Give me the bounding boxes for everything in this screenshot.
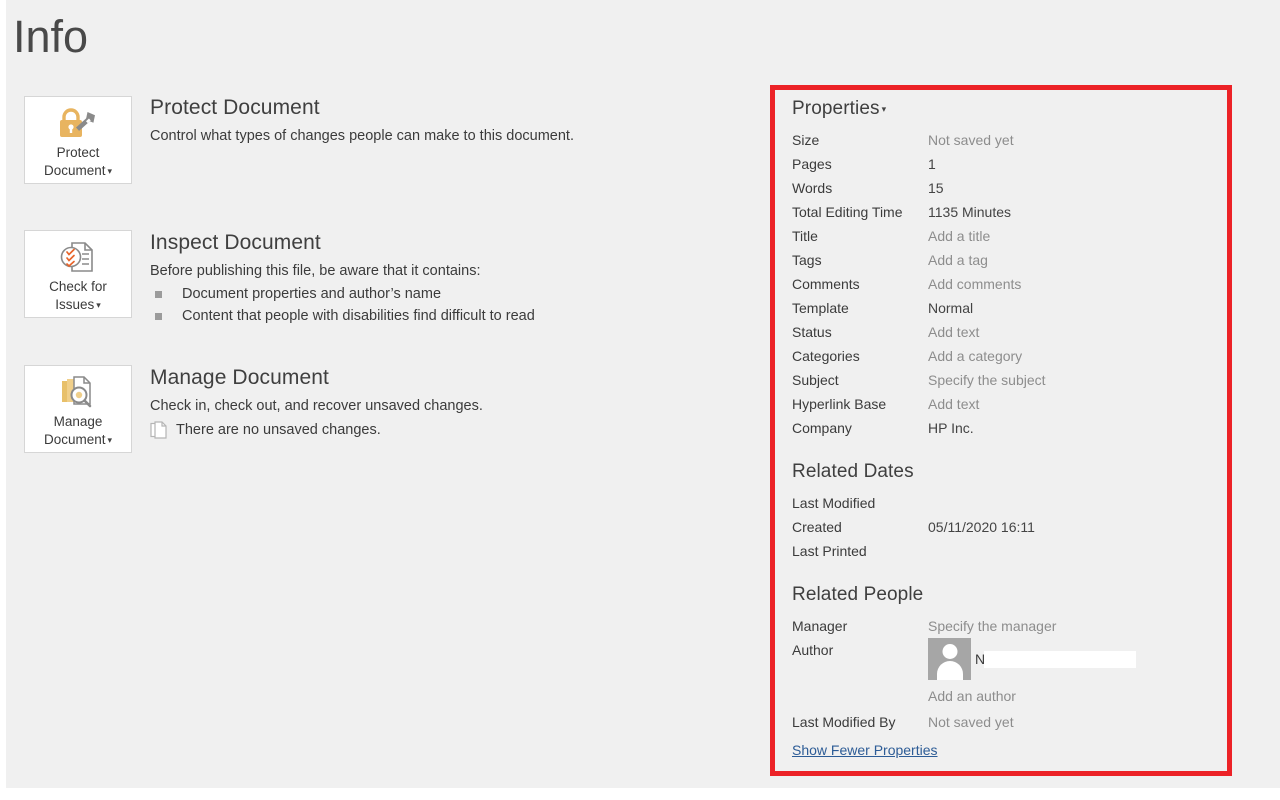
protect-document-button[interactable]: Protect Document ▾ (24, 96, 132, 184)
document-stack-magnifier-icon (57, 373, 99, 411)
document-checklist-icon (58, 238, 98, 276)
chevron-down-icon: ▾ (107, 435, 113, 446)
lock-and-key-icon (56, 104, 100, 142)
manage-document-title: Manage Document (150, 366, 329, 389)
property-row-size[interactable]: Size Not saved yet (792, 128, 1212, 152)
manage-document-button[interactable]: Manage Document ▾ (24, 365, 132, 453)
properties-heading[interactable]: Properties ▾ (792, 96, 1212, 122)
property-label: Author (792, 642, 834, 659)
related-dates-heading: Related Dates (792, 461, 914, 483)
property-value[interactable]: 05/11/2020 16:11 (928, 515, 1035, 539)
chevron-down-icon[interactable]: ▾ (882, 104, 887, 114)
property-value[interactable]: Add text (928, 392, 979, 416)
property-value[interactable]: Add a title (928, 224, 990, 248)
check-for-issues-label: Check for Issues ▾ (49, 279, 107, 312)
property-label: Subject (792, 372, 839, 389)
property-label: Template (792, 300, 849, 317)
backstage-info-screen: Info Protect Document ▾ Protect Document … (0, 0, 1280, 800)
unsaved-changes-note: There are no unsaved changes. (150, 420, 483, 440)
property-row-pages[interactable]: Pages 1 (792, 152, 1212, 176)
property-row-title[interactable]: Title Add a title (792, 224, 1212, 248)
inspect-document-title: Inspect Document (150, 231, 321, 254)
list-item: Content that people with disabilities fi… (150, 305, 535, 327)
property-row-template[interactable]: Template Normal (792, 296, 1212, 320)
protect-document-title: Protect Document (150, 96, 320, 119)
property-row-status[interactable]: Status Add text (792, 320, 1212, 344)
property-value[interactable]: HP Inc. (928, 416, 974, 440)
property-label: Company (792, 420, 852, 437)
property-label: Last Modified (792, 495, 876, 512)
property-row-author: Author N Add an author (792, 638, 1212, 708)
property-label: Last Modified By (792, 714, 896, 731)
chevron-down-icon: ▾ (96, 300, 101, 311)
property-value[interactable]: Not saved yet (928, 710, 1014, 734)
property-row-comments[interactable]: Comments Add comments (792, 272, 1212, 296)
property-value[interactable]: Specify the subject (928, 368, 1046, 392)
property-value[interactable]: 1 (928, 152, 936, 176)
chevron-down-icon: ▾ (107, 166, 113, 177)
property-label: Total Editing Time (792, 204, 903, 221)
property-label: Words (792, 180, 833, 197)
inspect-document-issue-list: Document properties and author’s name Co… (150, 283, 535, 327)
property-row-total-editing-time[interactable]: Total Editing Time 1135 Minutes (792, 200, 1212, 224)
property-row-last-printed[interactable]: Last Printed (792, 539, 1212, 563)
inspect-document-description: Before publishing this file, be aware th… (150, 263, 481, 279)
property-row-subject[interactable]: Subject Specify the subject (792, 368, 1212, 392)
protect-document-section: Protect Document Control what types of c… (150, 94, 574, 146)
property-value[interactable]: 1135 Minutes (928, 200, 1011, 224)
property-label: Comments (792, 276, 860, 293)
property-label: Tags (792, 252, 822, 269)
property-label: Hyperlink Base (792, 396, 887, 413)
author-card[interactable]: N (928, 638, 1136, 681)
protect-document-description: Control what types of changes people can… (150, 128, 574, 144)
square-bullet-icon (155, 313, 162, 320)
square-bullet-icon (155, 291, 162, 298)
property-label: Manager (792, 618, 848, 635)
manage-document-description: Check in, check out, and recover unsaved… (150, 398, 483, 414)
property-value[interactable]: Not saved yet (928, 128, 1014, 152)
property-value[interactable]: Add text (928, 320, 979, 344)
property-row-manager[interactable]: Manager Specify the manager (792, 614, 1212, 638)
property-value[interactable]: Add a category (928, 344, 1022, 368)
related-people-heading: Related People (792, 584, 924, 606)
manage-document-section: Manage Document Check in, check out, and… (150, 364, 483, 440)
inspect-document-section: Inspect Document Before publishing this … (150, 229, 535, 327)
protect-document-label: Protect Document ▾ (43, 145, 113, 178)
show-fewer-properties-link[interactable]: Show Fewer Properties (792, 738, 938, 762)
person-avatar-icon (928, 638, 971, 681)
property-row-last-modified[interactable]: Last Modified (792, 491, 1212, 515)
check-for-issues-button[interactable]: Check for Issues ▾ (24, 230, 132, 318)
author-name-redaction (984, 651, 1136, 669)
author-entry: N Add an author (928, 638, 1136, 708)
property-label: Title (792, 228, 818, 245)
list-item: Document properties and author’s name (150, 283, 535, 305)
property-value[interactable]: 15 (928, 176, 944, 200)
property-label: Size (792, 132, 820, 149)
property-row-categories[interactable]: Categories Add a category (792, 344, 1212, 368)
author-name-wrap: N (975, 647, 1136, 671)
property-value[interactable]: Add a tag (928, 248, 988, 272)
unsaved-changes-text: There are no unsaved changes. (176, 422, 381, 438)
property-row-words[interactable]: Words 15 (792, 176, 1212, 200)
property-row-tags[interactable]: Tags Add a tag (792, 248, 1212, 272)
page-title: Info (13, 11, 89, 62)
property-label: Categories (792, 348, 860, 365)
property-label: Created (792, 519, 842, 536)
property-row-created[interactable]: Created 05/11/2020 16:11 (792, 515, 1212, 539)
property-label: Pages (792, 156, 832, 173)
unsaved-changes-icon (150, 421, 167, 439)
property-row-last-modified-by[interactable]: Last Modified By Not saved yet (792, 710, 1212, 734)
property-row-company[interactable]: Company HP Inc. (792, 416, 1212, 440)
property-value[interactable]: Normal (928, 296, 973, 320)
property-value[interactable]: Specify the manager (928, 614, 1056, 638)
property-row-hyperlink-base[interactable]: Hyperlink Base Add text (792, 392, 1212, 416)
add-author-link[interactable]: Add an author (928, 684, 1016, 708)
property-value[interactable]: Add comments (928, 272, 1021, 296)
property-label: Status (792, 324, 832, 341)
properties-pane: Properties ▾ Size Not saved yet Pages 1 W… (792, 96, 1212, 762)
manage-document-label: Manage Document ▾ (43, 414, 113, 447)
property-label: Last Printed (792, 543, 867, 560)
